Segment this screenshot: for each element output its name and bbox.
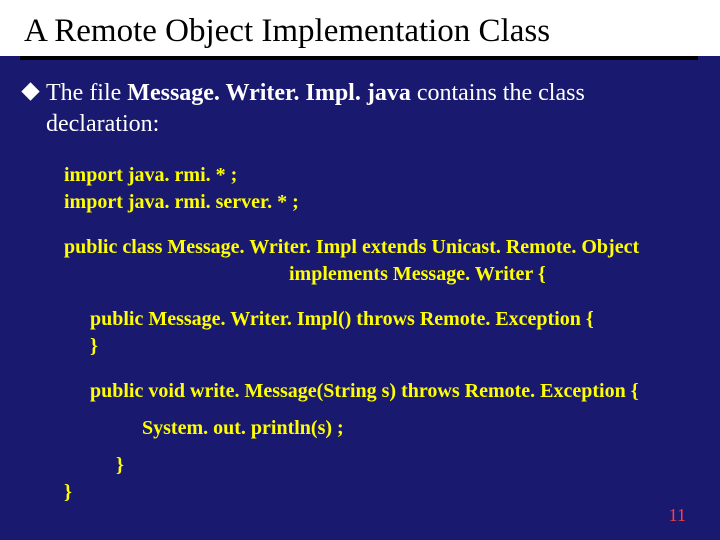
code-class-line1: public class Message. Writer. Impl exten… [64, 234, 696, 261]
ctor-block: public Message. Writer. Impl() throws Re… [90, 306, 696, 360]
code-wm-end: } [116, 452, 696, 479]
code-class-end: } [64, 479, 696, 506]
code-import-1: import java. rmi. * ; [64, 162, 696, 189]
code-class-line2: implements Message. Writer { [289, 261, 696, 288]
body-area: The file Message. Writer. Impl. java con… [0, 60, 720, 506]
diamond-bullet-icon [21, 82, 39, 100]
bullet-pre: The file [46, 80, 127, 106]
code-block: import java. rmi. * ; import java. rmi. … [64, 162, 696, 506]
code-sout: System. out. println(s) ; [142, 415, 696, 442]
method-block: public void write. Message(String s) thr… [90, 378, 696, 479]
slide: A Remote Object Implementation Class The… [0, 0, 720, 540]
bullet-text: The file Message. Writer. Impl. java con… [46, 78, 696, 140]
slide-title: A Remote Object Implementation Class [0, 0, 720, 56]
page-number: 11 [669, 505, 686, 526]
code-writemessage: public void write. Message(String s) thr… [90, 378, 696, 405]
code-import-2: import java. rmi. server. * ; [64, 189, 696, 216]
bullet-item: The file Message. Writer. Impl. java con… [24, 78, 696, 140]
imports-block: import java. rmi. * ; import java. rmi. … [64, 162, 696, 216]
code-ctor-end: } [90, 333, 696, 360]
class-decl-block: public class Message. Writer. Impl exten… [64, 234, 696, 288]
code-ctor: public Message. Writer. Impl() throws Re… [90, 306, 696, 333]
bullet-filename: Message. Writer. Impl. java [127, 80, 411, 106]
